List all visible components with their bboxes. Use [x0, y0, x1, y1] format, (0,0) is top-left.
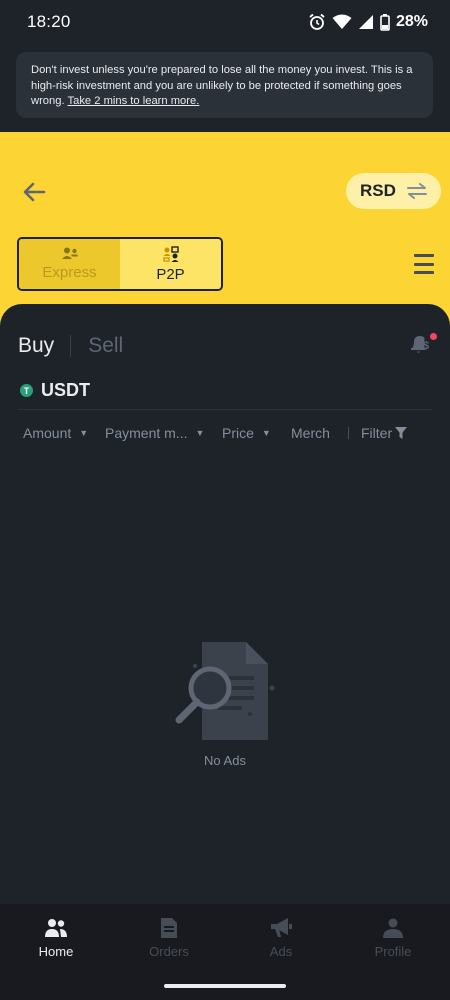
home-indicator[interactable]: [164, 984, 286, 988]
swap-icon: [406, 183, 427, 199]
nav-home[interactable]: Home: [11, 918, 101, 959]
filter-merchant-label: Merch: [291, 425, 330, 441]
nav-profile[interactable]: Profile: [348, 918, 438, 959]
wifi-icon: [332, 14, 352, 29]
nav-orders[interactable]: Orders: [124, 918, 214, 959]
divider: [18, 409, 432, 410]
notification-button[interactable]: $: [410, 333, 438, 357]
nav-ads[interactable]: Ads: [236, 918, 326, 959]
mode-p2p-tab[interactable]: P2P: [120, 239, 221, 289]
caret-down-icon: ▼: [195, 428, 205, 438]
asset-selector[interactable]: T USDT: [20, 380, 90, 401]
nav-home-label: Home: [38, 944, 74, 959]
battery-icon: [380, 13, 390, 31]
learn-more-link[interactable]: Take 2 mins to learn more.: [68, 95, 200, 107]
trade-side-tabs: Buy Sell: [18, 334, 123, 358]
filter-amount[interactable]: Amount ▼: [23, 425, 105, 441]
menu-icon[interactable]: [414, 254, 434, 274]
mode-express-label: Express: [42, 264, 97, 281]
megaphone-icon: [271, 918, 292, 937]
currency-selector[interactable]: RSD: [346, 173, 441, 209]
caret-down-icon: ▼: [261, 428, 271, 438]
profile-icon: [383, 918, 403, 938]
currency-code: RSD: [360, 181, 396, 200]
filter-payment-label: Payment m...: [105, 425, 188, 441]
tab-divider: [70, 335, 72, 357]
orders-icon: [161, 918, 177, 938]
risk-warning-banner: Don't invest unless you're prepared to l…: [16, 52, 433, 118]
mode-p2p-label: P2P: [156, 265, 185, 283]
filter-payment-method[interactable]: Payment m... ▼: [105, 425, 222, 441]
nav-ads-label: Ads: [269, 944, 293, 959]
asset-name: USDT: [41, 380, 90, 400]
back-button[interactable]: [20, 178, 48, 206]
filter-price-label: Price: [222, 425, 254, 441]
p2p-icon: [162, 245, 179, 262]
filter-amount-label: Amount: [23, 425, 72, 441]
arrow-left-icon: [23, 182, 46, 202]
usdt-coin-icon: T: [20, 384, 33, 397]
tab-buy[interactable]: Buy: [18, 334, 54, 358]
express-icon: [61, 247, 77, 259]
status-time: 18:20: [27, 12, 71, 31]
nav-profile-label: Profile: [374, 944, 412, 959]
home-icon: [45, 919, 67, 937]
status-icons: 28%: [308, 13, 428, 31]
filter-merchant[interactable]: Merch: [291, 425, 331, 441]
trade-mode-switch: Express P2P: [17, 237, 223, 291]
no-ads-illustration: [175, 642, 275, 740]
svg-text:$: $: [423, 340, 429, 352]
filter-separator: [348, 427, 349, 439]
nav-orders-label: Orders: [149, 944, 189, 959]
filter-button[interactable]: Filter: [361, 425, 408, 441]
filter-price[interactable]: Price ▼: [222, 425, 291, 441]
signal-icon: [358, 15, 373, 29]
status-bar: 18:20 28%: [0, 0, 450, 44]
battery-percent: 28%: [395, 13, 428, 30]
empty-state-label: No Ads: [204, 753, 246, 768]
mode-express-tab[interactable]: Express: [19, 239, 120, 289]
caret-down-icon: ▼: [79, 428, 89, 438]
header-band: [0, 132, 450, 332]
filter-bar: Amount ▼ Payment m... ▼ Price ▼ Merch Fi…: [23, 423, 408, 443]
funnel-icon: [395, 427, 408, 439]
tab-sell[interactable]: Sell: [88, 334, 123, 358]
filter-button-label: Filter: [361, 425, 393, 441]
notification-dot: [430, 333, 437, 340]
alarm-icon: [309, 13, 325, 30]
